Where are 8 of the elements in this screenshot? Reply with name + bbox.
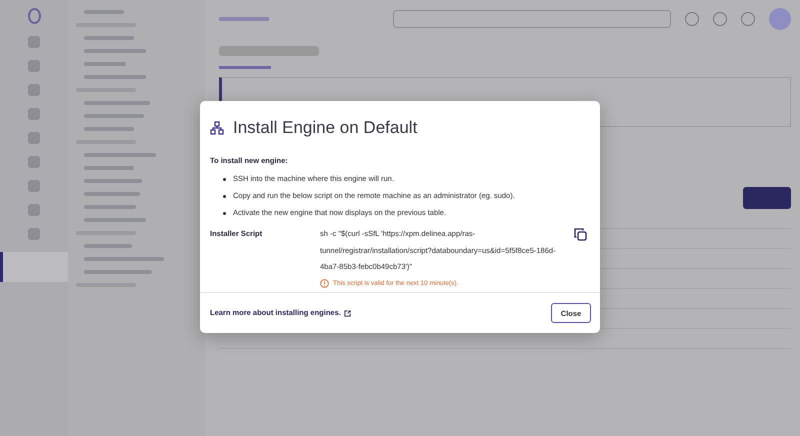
copy-icon[interactable] [574,228,587,241]
bullet-icon [223,194,226,198]
bullet-icon [223,212,226,214]
info-icon [320,278,329,288]
network-icon [210,121,224,135]
external-link-icon[interactable] [344,310,351,316]
bullet-icon [223,178,226,180]
dialog-title: Install Engine on Default [233,118,418,138]
